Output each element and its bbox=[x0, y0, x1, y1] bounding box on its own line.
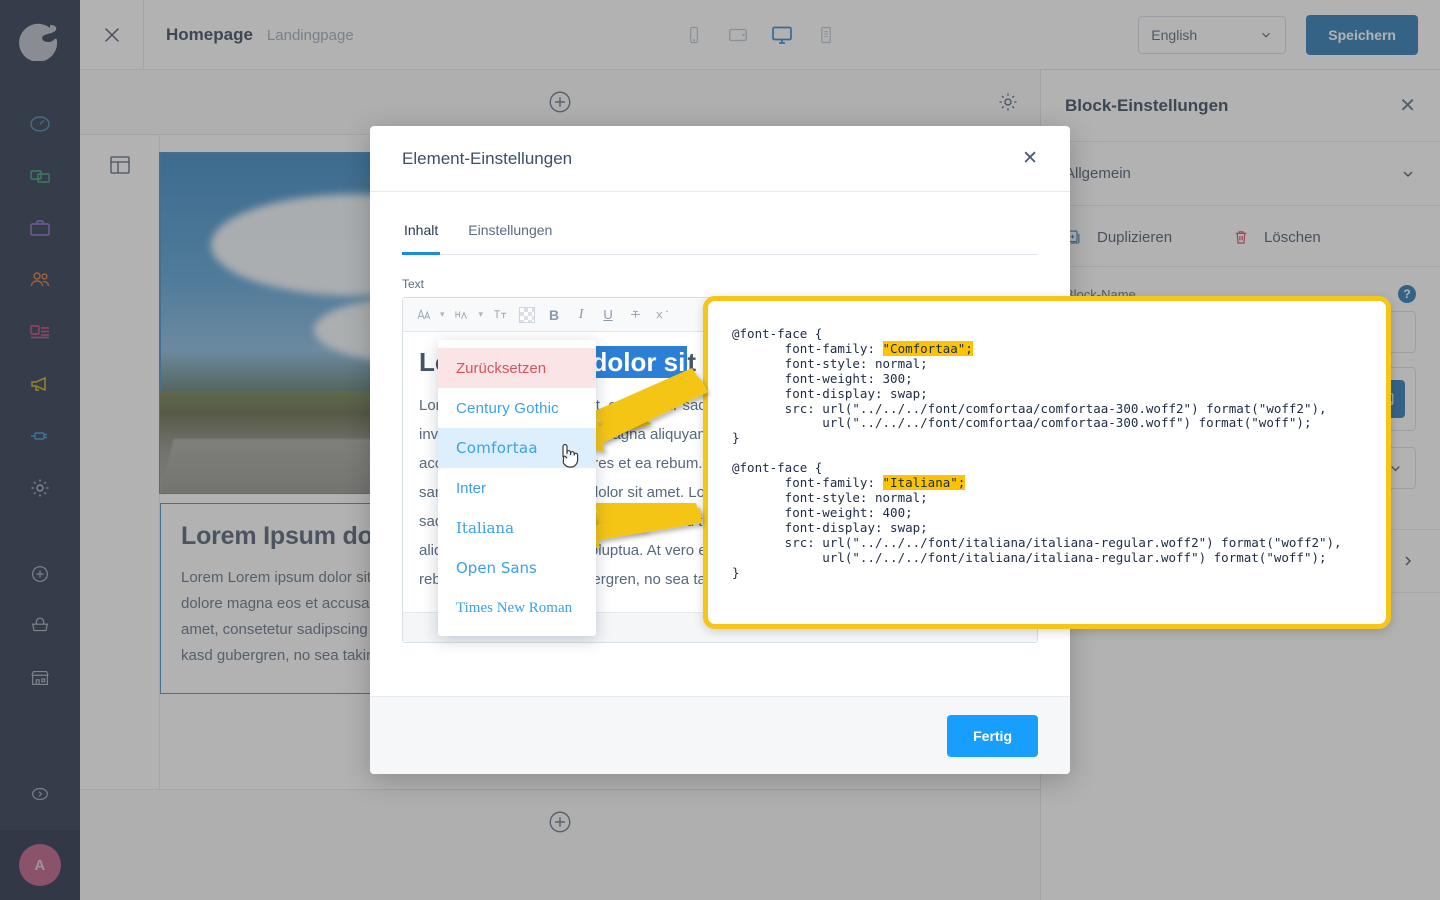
tab-inhalt[interactable]: Inhalt bbox=[402, 216, 441, 255]
font-menu-item-open-sans[interactable]: Open Sans bbox=[438, 548, 596, 588]
editor-heading-suffix: t bbox=[687, 347, 697, 377]
close-icon[interactable]: ✕ bbox=[1022, 149, 1038, 168]
font-size-chevron-down-icon[interactable]: ▾ bbox=[477, 309, 486, 320]
modal-title: Element-Einstellungen bbox=[402, 148, 573, 168]
code-callout: @font-face { font-family: "Comfortaa"; f… bbox=[703, 296, 1391, 629]
modal-header: Element-Einstellungen ✕ bbox=[370, 126, 1070, 192]
font-menu-item-times-new-roman[interactable]: Times New Roman bbox=[438, 588, 596, 628]
font-menu-item-comfortaa[interactable]: Comfortaa bbox=[438, 428, 596, 468]
font-family-chevron-down-icon[interactable]: ▾ bbox=[438, 309, 447, 320]
text-field-label: Text bbox=[402, 277, 425, 291]
bold-icon[interactable]: B bbox=[542, 303, 566, 327]
strikethrough-icon[interactable] bbox=[623, 303, 647, 327]
code-highlight-italiana: "Italiana"; bbox=[882, 475, 966, 491]
modal-footer: Fertig bbox=[370, 696, 1070, 774]
superscript-icon[interactable] bbox=[650, 303, 674, 327]
code-highlight-comfortaa: "Comfortaa"; bbox=[882, 340, 973, 356]
text-size-icon[interactable] bbox=[488, 303, 512, 327]
italic-icon[interactable]: I bbox=[569, 303, 593, 327]
font-menu-item-inter[interactable]: Inter bbox=[438, 468, 596, 508]
font-family-dropdown: Zurücksetzen Century Gothic Comfortaa In… bbox=[438, 340, 596, 636]
font-menu-item-reset[interactable]: Zurücksetzen bbox=[438, 348, 596, 388]
tab-einstellungen[interactable]: Einstellungen bbox=[466, 216, 554, 255]
modal-tabs: Inhalt Einstellungen bbox=[402, 216, 1038, 255]
font-family-icon[interactable] bbox=[411, 303, 435, 327]
code-block: @font-face { font-family: "Comfortaa"; f… bbox=[732, 326, 1342, 580]
font-menu-item-century-gothic[interactable]: Century Gothic bbox=[438, 388, 596, 428]
font-size-icon[interactable] bbox=[450, 303, 474, 327]
underline-icon[interactable]: U bbox=[596, 303, 620, 327]
done-button[interactable]: Fertig bbox=[947, 714, 1038, 757]
code-line: @font-face { font-family: bbox=[732, 326, 875, 356]
font-menu-item-italiana[interactable]: Italiana bbox=[438, 508, 596, 548]
text-color-swatch[interactable] bbox=[515, 303, 539, 327]
